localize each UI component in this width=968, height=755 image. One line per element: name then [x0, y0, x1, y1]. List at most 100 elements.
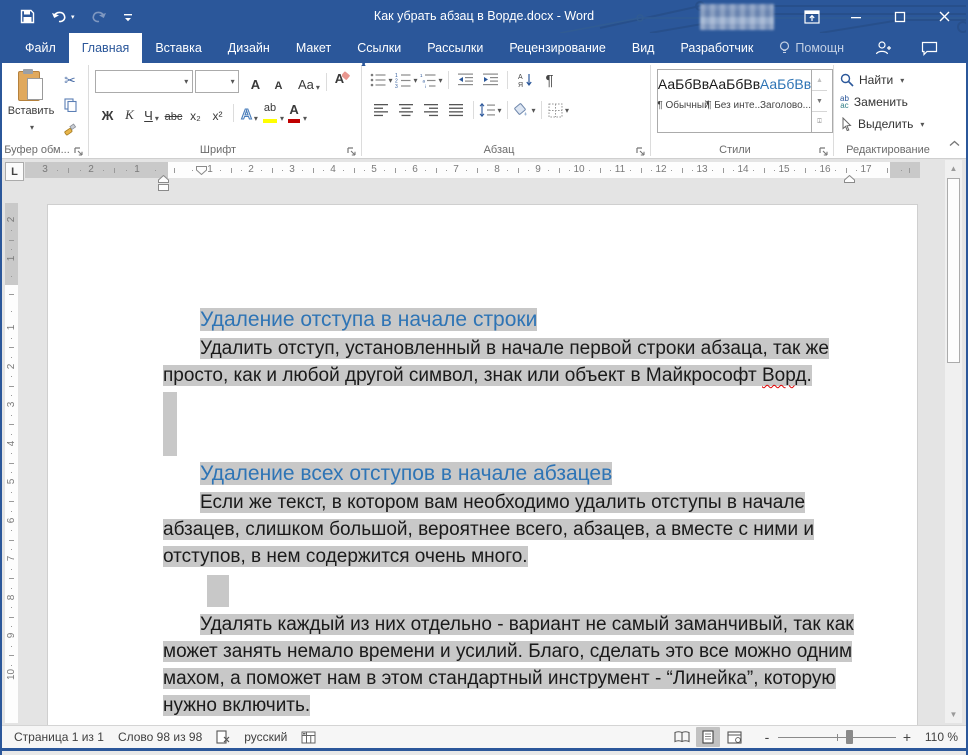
text-effects-button[interactable]: А: [239, 102, 260, 123]
close-button[interactable]: [922, 0, 966, 33]
scroll-up-icon[interactable]: ▲: [945, 160, 962, 177]
font-name-input[interactable]: [96, 72, 181, 91]
cursor-arrow-icon: [840, 117, 853, 131]
ribbon-display-options-icon[interactable]: [790, 0, 834, 33]
zoom-level[interactable]: 110 %: [914, 730, 958, 744]
highlight-color-button[interactable]: ab: [261, 102, 285, 123]
format-painter-icon[interactable]: [58, 118, 82, 139]
find-button[interactable]: Найти: [840, 71, 942, 89]
font-color-button[interactable]: А: [286, 102, 308, 123]
scroll-down-icon[interactable]: ▼: [945, 706, 962, 723]
ruler-dot: [261, 170, 263, 171]
shrink-font-button[interactable]: А ▼: [268, 61, 367, 92]
change-case-button[interactable]: Aa: [297, 71, 321, 92]
tab-file[interactable]: Файл: [12, 33, 69, 63]
first-line-indent-marker[interactable]: [196, 162, 207, 180]
tab-mailings[interactable]: Рассылки: [414, 33, 496, 63]
decrease-indent-button[interactable]: [454, 69, 477, 91]
select-button[interactable]: Выделить: [840, 115, 942, 133]
vruler-number: 7: [6, 555, 17, 562]
line-spacing-button[interactable]: [479, 99, 502, 121]
tab-stop-selector[interactable]: L: [5, 162, 24, 181]
styles-more-icon[interactable]: ⍗: [812, 112, 827, 132]
replace-button[interactable]: ab ac Заменить: [840, 93, 942, 111]
tab-home[interactable]: Главная: [68, 33, 143, 63]
styles-scroll-up-icon[interactable]: ▲: [812, 70, 827, 91]
font-size-combo[interactable]: ▾: [195, 70, 239, 93]
macro-recording-icon[interactable]: [301, 731, 316, 744]
customize-qat-icon[interactable]: [123, 12, 133, 22]
save-icon[interactable]: [20, 9, 35, 24]
align-left-button[interactable]: [370, 99, 393, 121]
paragraph-dialog-launcher[interactable]: [636, 144, 646, 156]
ruler-number: 1: [134, 164, 140, 175]
cut-icon[interactable]: ✂: [58, 70, 82, 91]
right-indent-marker[interactable]: [844, 170, 855, 188]
shading-button[interactable]: [513, 99, 536, 121]
styles-dialog-launcher[interactable]: [819, 144, 829, 156]
tab-references[interactable]: Ссылки: [344, 33, 414, 63]
titlebar-controls: [700, 0, 966, 33]
styles-scroll-down-icon[interactable]: ▼: [812, 91, 827, 112]
zoom-in-button[interactable]: +: [900, 729, 914, 745]
clipboard-dialog-launcher[interactable]: [74, 144, 84, 156]
grow-font-button[interactable]: А ▲: [245, 61, 367, 92]
document-content[interactable]: Удаление отступа в начале строки Удалить…: [48, 205, 855, 719]
tab-developer[interactable]: Разработчик: [667, 33, 766, 63]
paragraph-group-label: Абзац: [483, 144, 515, 156]
strikethrough-button[interactable]: abc: [163, 102, 184, 123]
numbering-button[interactable]: 123: [395, 69, 418, 91]
print-layout-view-icon[interactable]: [696, 727, 720, 747]
left-indent-marker[interactable]: [158, 178, 169, 196]
tab-design[interactable]: Дизайн: [215, 33, 283, 63]
minimize-button[interactable]: [834, 0, 878, 33]
font-name-combo[interactable]: ▾: [95, 70, 193, 93]
copy-icon[interactable]: [58, 94, 82, 115]
sort-button[interactable]: АЯ: [513, 69, 536, 91]
comments-icon[interactable]: [921, 41, 938, 56]
tab-review[interactable]: Рецензирование: [496, 33, 619, 63]
align-right-button[interactable]: [420, 99, 443, 121]
vertical-scrollbar[interactable]: ▲ ▼: [945, 160, 962, 723]
web-layout-view-icon[interactable]: [722, 727, 746, 747]
word-count-status[interactable]: Слово 98 из 98: [118, 730, 202, 744]
ruler-number: 2: [248, 164, 254, 175]
show-formatting-marks-button[interactable]: ¶: [538, 69, 561, 91]
justify-button[interactable]: [445, 99, 468, 121]
superscript-button[interactable]: х²: [207, 102, 228, 123]
zoom-slider-thumb[interactable]: [846, 730, 854, 744]
multilevel-list-button[interactable]: 1ai: [420, 69, 443, 91]
font-dialog-launcher[interactable]: [347, 144, 357, 156]
share-person-icon[interactable]: [875, 40, 891, 56]
vertical-ruler[interactable]: 2 1 1 2 3 4 5 6 7 8 9 10: [5, 200, 18, 723]
style-normal[interactable]: АаБбВв ¶ Обычный: [657, 70, 709, 132]
increase-indent-button[interactable]: [479, 69, 502, 91]
font-size-input[interactable]: [196, 72, 228, 91]
undo-button[interactable]: ▾: [51, 9, 75, 24]
read-mode-view-icon[interactable]: [670, 727, 694, 747]
italic-button[interactable]: К: [119, 102, 140, 123]
borders-button[interactable]: [547, 99, 570, 121]
align-center-button[interactable]: [395, 99, 418, 121]
underline-button[interactable]: Ч: [141, 102, 162, 123]
language-status[interactable]: русский: [244, 730, 287, 744]
style-no-spacing[interactable]: АаБбВв ¶ Без инте...: [706, 70, 763, 132]
maximize-button[interactable]: [878, 0, 922, 33]
style-heading1[interactable]: АаБбВв Заголово...: [760, 70, 811, 132]
page-number-status[interactable]: Страница 1 из 1: [14, 730, 104, 744]
document-page[interactable]: Удаление отступа в начале строки Удалить…: [47, 204, 918, 727]
subscript-button[interactable]: х₂: [185, 102, 206, 123]
scrollbar-thumb[interactable]: [947, 178, 960, 363]
proofing-status-icon[interactable]: [216, 729, 230, 745]
tab-tell-me[interactable]: Помощн: [766, 33, 857, 63]
zoom-slider[interactable]: [778, 727, 896, 747]
zoom-out-button[interactable]: -: [760, 729, 774, 745]
tab-insert[interactable]: Вставка: [142, 33, 214, 63]
clear-formatting-button[interactable]: А: [332, 71, 353, 92]
tab-layout[interactable]: Макет: [283, 33, 344, 63]
bold-button[interactable]: Ж: [97, 102, 118, 123]
blurred-account-name: [700, 3, 774, 30]
tab-view[interactable]: Вид: [619, 33, 668, 63]
bullets-button[interactable]: [370, 69, 393, 91]
collapse-ribbon-icon[interactable]: [949, 134, 960, 152]
